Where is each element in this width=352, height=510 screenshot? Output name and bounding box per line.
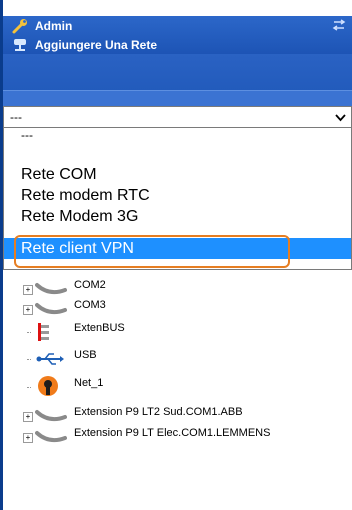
- toolbar-strip: [3, 90, 352, 107]
- extenbus-icon: [36, 322, 52, 345]
- tree-item-net-1[interactable]: Net_1: [0, 373, 352, 396]
- serial-cable-icon: [35, 301, 67, 320]
- option-rete-com[interactable]: Rete COM: [4, 164, 351, 185]
- tree-connector: [27, 332, 31, 334]
- option-rete-modem-3g[interactable]: Rete Modem 3G: [4, 206, 351, 227]
- tree-item-extenbus[interactable]: ExtenBUS: [0, 320, 352, 342]
- admin-panel: Admin Aggiungere Una Rete --- --- Rete C…: [0, 0, 352, 510]
- wrench-icon: [11, 17, 29, 35]
- expand-icon[interactable]: +: [23, 412, 33, 422]
- serial-cable-icon: [35, 429, 67, 448]
- add-network-icon: [11, 36, 29, 54]
- select-value: ---: [10, 110, 22, 124]
- admin-title: Admin: [35, 19, 73, 33]
- network-type-select[interactable]: ---: [3, 106, 352, 128]
- tree-item-com2[interactable]: + COM2: [0, 277, 352, 299]
- usb-icon: [36, 352, 64, 369]
- tree-item-label: USB: [74, 349, 97, 361]
- panel-header: Admin Aggiungere Una Rete: [3, 16, 352, 54]
- tree-item-extension-lemmens[interactable]: + Extension P9 LT Elec.COM1.LEMMENS: [0, 425, 352, 447]
- tree-item-extension-abb[interactable]: + Extension P9 LT2 Sud.COM1.ABB: [0, 404, 352, 426]
- expand-icon[interactable]: +: [23, 305, 33, 315]
- tree-item-label: Net_1: [74, 377, 104, 389]
- chevron-down-icon[interactable]: [335, 112, 346, 123]
- network-node-icon: [36, 375, 60, 402]
- collapse-panel-icon[interactable]: [332, 18, 346, 32]
- tree-item-label: Extension P9 LT Elec.COM1.LEMMENS: [74, 427, 271, 439]
- expand-icon[interactable]: +: [23, 285, 33, 295]
- tree-connector: [27, 387, 31, 389]
- tree-item-label: COM2: [74, 279, 106, 291]
- option-rete-modem-rtc[interactable]: Rete modem RTC: [4, 185, 351, 206]
- tree-connector: [27, 359, 31, 361]
- option-none[interactable]: ---: [4, 128, 351, 149]
- selected-option-highlight: [14, 235, 290, 268]
- add-network-title: Aggiungere Una Rete: [35, 38, 158, 52]
- tree-item-label: Extension P9 LT2 Sud.COM1.ABB: [74, 406, 243, 418]
- tree-item-com3[interactable]: + COM3: [0, 297, 352, 319]
- expand-icon[interactable]: +: [23, 433, 33, 443]
- tree-item-label: COM3: [74, 299, 106, 311]
- tree-item-usb[interactable]: USB: [0, 347, 352, 369]
- tree-item-label: ExtenBUS: [74, 322, 125, 334]
